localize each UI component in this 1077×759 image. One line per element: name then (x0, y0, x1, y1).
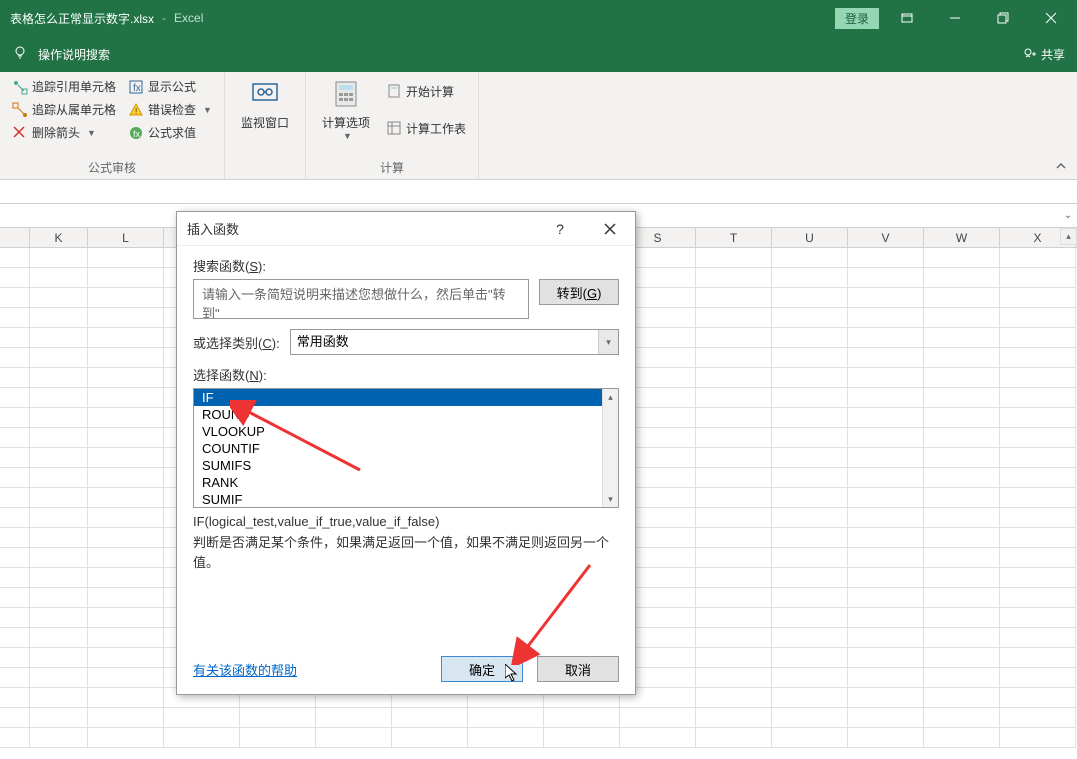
restore-button[interactable] (983, 3, 1023, 33)
function-signature: IF(logical_test,value_if_true,value_if_f… (193, 514, 619, 529)
ok-button[interactable]: 确定 (441, 656, 523, 682)
file-name: 表格怎么正常显示数字.xlsx (6, 10, 154, 27)
ribbon-group-audit: 追踪引用单元格 追踪从属单元格 删除箭头 ▼ fx 显示公式 ! (0, 72, 225, 179)
help-link[interactable]: 有关该函数的帮助 (193, 660, 297, 679)
list-scroll-down[interactable]: ▾ (602, 491, 618, 507)
evaluate-formula-button[interactable]: fx 公式求值 (124, 122, 216, 143)
function-item-countif[interactable]: COUNTIF (194, 440, 618, 457)
calc-options-button[interactable]: 计算选项 ▼ (314, 76, 378, 143)
column-header-L[interactable]: L (88, 228, 164, 247)
calc-sheet-button[interactable]: 计算工作表 (382, 118, 470, 139)
function-description: 判断是否满足某个条件，如果满足返回一个值，如果不满足则返回另一个值。 (193, 533, 619, 572)
chevron-down-icon: ▼ (343, 131, 352, 141)
svg-text:fx: fx (133, 129, 141, 139)
minimize-button[interactable] (935, 3, 975, 33)
trace-dependents-icon (12, 102, 28, 118)
list-scroll-up[interactable]: ▴ (602, 389, 618, 405)
error-checking-icon: ! (128, 102, 144, 118)
function-item-round[interactable]: ROUND (194, 406, 618, 423)
ribbon-options-button[interactable] (887, 3, 927, 33)
function-item-vlookup[interactable]: VLOOKUP (194, 423, 618, 440)
tellme-input[interactable]: 操作说明搜索 (38, 46, 110, 63)
trace-dependents-button[interactable]: 追踪从属单元格 (8, 99, 120, 120)
watch-window-icon (249, 78, 281, 110)
close-button[interactable] (1031, 3, 1071, 33)
ribbon: 追踪引用单元格 追踪从属单元格 删除箭头 ▼ fx 显示公式 ! (0, 72, 1077, 180)
calc-now-button[interactable]: 开始计算 (382, 81, 470, 102)
select-function-label: 选择函数(N): (193, 365, 619, 384)
watch-window-button[interactable]: 监视窗口 (233, 76, 297, 133)
dialog-close-button[interactable] (595, 217, 625, 241)
svg-text:fx: fx (133, 83, 141, 94)
collapse-ribbon-button[interactable] (1051, 158, 1071, 177)
column-header-W[interactable]: W (924, 228, 1000, 247)
search-input[interactable]: 请输入一条简短说明来描述您想做什么，然后单击"转到" (193, 279, 529, 319)
calc-options-icon (330, 78, 362, 110)
share-button[interactable]: 共享 (1023, 46, 1065, 63)
show-formulas-button[interactable]: fx 显示公式 (124, 76, 216, 97)
remove-arrows-button[interactable]: 删除箭头 ▼ (8, 122, 120, 143)
category-select[interactable]: 常用函数 (290, 329, 619, 355)
tellme-bar: 操作说明搜索 共享 (0, 36, 1077, 72)
titlebar: 表格怎么正常显示数字.xlsx - Excel 登录 (0, 0, 1077, 36)
dialog-help-button[interactable]: ? (545, 217, 575, 241)
calc-sheet-icon (386, 120, 402, 136)
ribbon-group-label-audit: 公式审核 (8, 156, 216, 179)
category-label: 或选择类别(C): (193, 333, 280, 352)
dialog-titlebar[interactable]: 插入函数 ? (177, 212, 635, 246)
dialog-title: 插入函数 (187, 219, 239, 238)
chevron-down-icon: ▼ (203, 105, 212, 115)
cancel-button[interactable]: 取消 (537, 656, 619, 682)
insert-function-dialog: 插入函数 ? 搜索函数(S): 请输入一条简短说明来描述您想做什么，然后单击"转… (176, 211, 636, 695)
column-header-U[interactable]: U (772, 228, 848, 247)
ribbon-group-label-calc: 计算 (314, 156, 470, 179)
chevron-down-icon: ▼ (87, 128, 96, 138)
function-list[interactable]: IFROUNDVLOOKUPCOUNTIFSUMIFSRANKSUMIF ▴ ▾ (193, 388, 619, 508)
column-header-V[interactable]: V (848, 228, 924, 247)
function-item-if[interactable]: IF (194, 389, 618, 406)
function-item-sumifs[interactable]: SUMIFS (194, 457, 618, 474)
goto-button[interactable]: 转到(G) (539, 279, 619, 305)
app-name: Excel (174, 11, 203, 25)
login-button[interactable]: 登录 (835, 8, 879, 29)
error-checking-button[interactable]: ! 错误检查 ▼ (124, 99, 216, 120)
ribbon-group-watch: 监视窗口 (225, 72, 306, 179)
show-formulas-icon: fx (128, 79, 144, 95)
title-separator: - (162, 11, 166, 25)
formula-bar-area (0, 180, 1077, 204)
scroll-up-button[interactable]: ▴ (1060, 228, 1077, 245)
evaluate-formula-icon: fx (128, 125, 144, 141)
column-header-T[interactable]: T (696, 228, 772, 247)
svg-text:!: ! (135, 107, 137, 116)
column-header-K[interactable]: K (30, 228, 88, 247)
list-scrollbar[interactable] (602, 405, 618, 491)
search-label: 搜索函数(S): (193, 256, 619, 275)
expand-formula-bar-button[interactable]: ⌄ (1059, 204, 1077, 227)
trace-precedents-button[interactable]: 追踪引用单元格 (8, 76, 120, 97)
calc-now-icon (386, 83, 402, 99)
lightbulb-icon (12, 44, 28, 65)
trace-precedents-icon (12, 79, 28, 95)
function-item-rank[interactable]: RANK (194, 474, 618, 491)
ribbon-group-calc: 计算选项 ▼ 开始计算 计算工作表 计算 (306, 72, 479, 179)
function-item-sumif[interactable]: SUMIF (194, 491, 618, 507)
remove-arrows-icon (12, 125, 28, 141)
share-label: 共享 (1041, 46, 1065, 63)
